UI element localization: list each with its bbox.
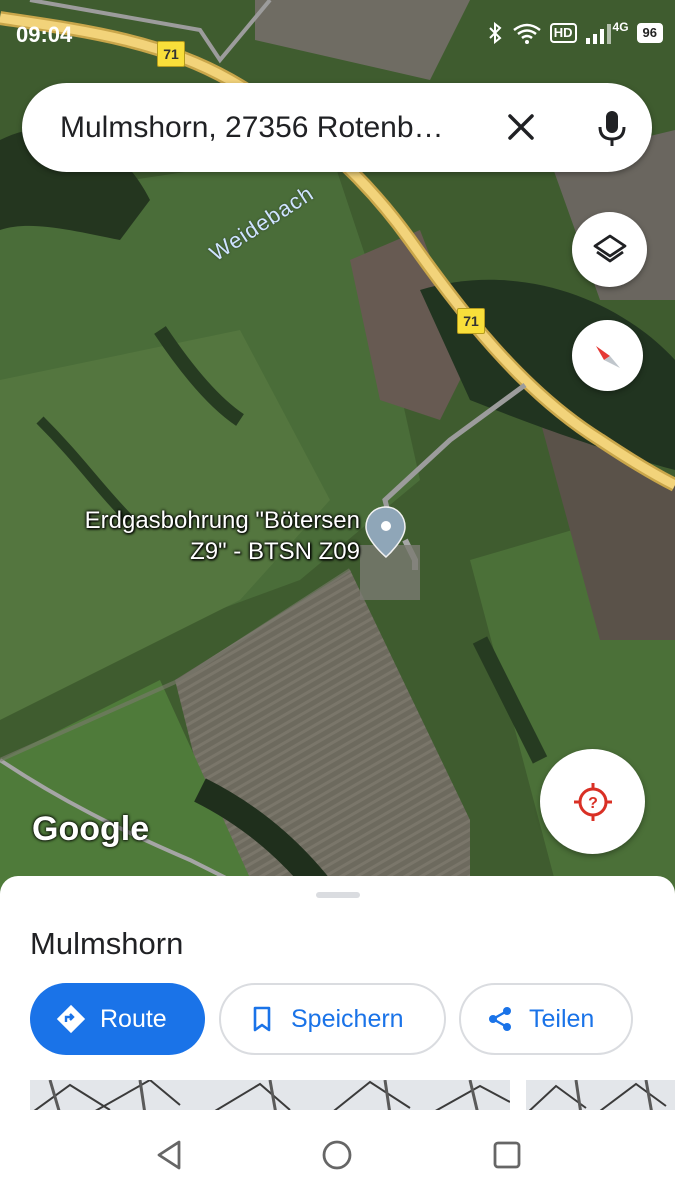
svg-text:?: ? [588,795,598,812]
save-label: Speichern [291,1004,404,1033]
system-nav-bar [0,1110,675,1200]
place-label-line2: Z9" - BTSN Z09 [190,538,360,565]
close-icon[interactable] [500,106,542,148]
my-location-button[interactable]: ? [540,749,645,854]
back-icon[interactable] [155,1139,185,1171]
share-button[interactable]: Teilen [459,983,633,1055]
bluetooth-icon [489,22,502,44]
home-icon[interactable] [321,1139,353,1171]
network-type: 4G [612,20,629,34]
search-input[interactable]: Mulmshorn, 27356 Rotenburg (Wümme) [60,111,460,145]
compass-icon [595,345,620,368]
bookmark-icon [253,1006,271,1032]
place-label-line1: Erdgasbohrung "Bötersen [84,507,360,534]
place-label[interactable]: Erdgasbohrung "Bötersen Z9" - BTSN Z09 [54,505,360,567]
wifi-icon [512,23,541,44]
signal-icon [585,24,611,44]
place-photo[interactable] [526,1080,675,1114]
route-button[interactable]: Route [30,983,205,1055]
status-time: 09:04 [16,22,73,47]
share-icon [489,1007,511,1031]
status-bar: 09:04 HD 4G 96 [0,0,675,64]
route-label: Route [100,1004,167,1033]
place-title: Mulmshorn [30,926,184,961]
place-photo[interactable] [30,1080,510,1114]
mic-icon[interactable] [588,103,636,151]
my-location-icon: ? [573,782,612,821]
layers-button[interactable] [572,212,647,287]
directions-icon [56,1004,86,1034]
photo-strip[interactable] [30,1080,675,1114]
save-button[interactable]: Speichern [219,983,446,1055]
road-badge: 71 [457,308,485,334]
hd-badge: HD [549,23,577,43]
battery-indicator: 96 [636,23,663,43]
google-logo: Google [32,810,150,848]
layers-icon [593,234,626,262]
compass-button[interactable] [572,320,643,391]
share-label: Teilen [529,1004,595,1033]
recents-icon[interactable] [492,1140,522,1170]
search-bar[interactable]: Mulmshorn, 27356 Rotenburg (Wümme) [22,83,652,172]
sheet-drag-handle[interactable] [316,892,360,898]
